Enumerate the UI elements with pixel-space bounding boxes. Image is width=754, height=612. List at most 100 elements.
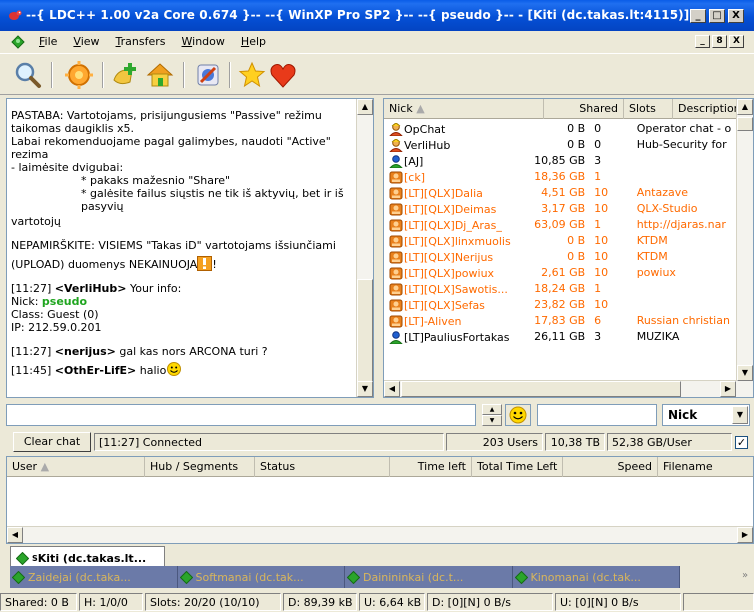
- home-icon[interactable]: [145, 60, 175, 90]
- table-row[interactable]: [ck] 18,36 GB 1: [384, 168, 736, 184]
- user-list-hscrollbar[interactable]: ◀ ▶: [384, 380, 737, 397]
- hub-tab[interactable]: Zaidejai (dc.taka...: [10, 566, 178, 588]
- table-row[interactable]: [LT][QLX]Dj_Aras_ 63,09 GB 1 http://djaras.…: [384, 216, 736, 232]
- scroll-up-button[interactable]: ▲: [357, 99, 373, 115]
- settings-icon[interactable]: [193, 60, 223, 90]
- scroll-left-button[interactable]: ◀: [384, 381, 400, 397]
- transfers-list[interactable]: User ▲ Hub / Segments Status Time left T…: [6, 456, 754, 544]
- chat-message: [11:27] <VerliHub> Your info:: [11, 282, 182, 295]
- chat-area[interactable]: PASTABA: Vartotojams, prisijungusiems "P…: [6, 98, 374, 398]
- message-input[interactable]: [6, 404, 476, 426]
- minimize-button[interactable]: _: [690, 9, 706, 23]
- user-nick: [LT][QLX]linxmuolis: [404, 234, 511, 248]
- chat-nick[interactable]: <OthEr-LifE>: [55, 364, 136, 377]
- user-list[interactable]: Nick ▲ Shared Slots Description OpChat 0 …: [383, 98, 754, 398]
- user-nick-cell: [LT][QLX]Dalia: [384, 184, 521, 200]
- table-row[interactable]: [LT][QLX]Dalia 4,51 GB 10 Antazave: [384, 184, 736, 200]
- user-shared: 18,36 GB: [534, 170, 586, 183]
- scroll-up-button[interactable]: ▲: [737, 99, 753, 115]
- user-list-scrollbar[interactable]: ▲ ▼: [736, 99, 753, 397]
- message-spinner[interactable]: ▲ ▼: [482, 404, 502, 426]
- table-row[interactable]: [LT][QLX]linxmuolis 0 B 10 KTDM: [384, 232, 736, 248]
- table-row[interactable]: [LT][QLX]Deimas 3,17 GB 10 QLX-Studio: [384, 200, 736, 216]
- column-total-time-left[interactable]: Total Time Left: [472, 457, 563, 477]
- chat-line: Class: Guest (0): [11, 308, 99, 321]
- close-button[interactable]: X: [728, 9, 744, 23]
- add-hub-icon[interactable]: [110, 60, 140, 90]
- scroll-thumb[interactable]: [737, 117, 753, 131]
- menu-transfers[interactable]: Transfers: [116, 35, 166, 48]
- menu-file[interactable]: File: [39, 35, 57, 48]
- table-row[interactable]: VerliHub 0 B 0 Hub-Security for: [384, 136, 736, 152]
- menu-view[interactable]: View: [73, 35, 99, 48]
- more-tabs-icon[interactable]: »: [742, 570, 748, 581]
- mdi-minimize-button[interactable]: _: [695, 35, 710, 48]
- chat-line: (UPLOAD) duomenys NEKAINUOJA!: [11, 256, 217, 271]
- table-row[interactable]: [LT]-Aliven 17,83 GB 6 Russian christian: [384, 312, 736, 328]
- scroll-down-button[interactable]: ▼: [357, 381, 373, 397]
- scroll-right-button[interactable]: ▶: [737, 527, 753, 543]
- user-description: MUZIKA: [636, 330, 680, 343]
- column-filename[interactable]: Filename: [658, 457, 753, 477]
- table-row[interactable]: [LT]PauliusFortakas 26,11 GB 3 MUZIKA: [384, 328, 736, 344]
- filter-column-select[interactable]: Nick ▼: [662, 404, 750, 426]
- hub-tab-strip: Zaidejai (dc.taka... Softmanai (dc.tak..…: [10, 566, 680, 588]
- column-hub-segments[interactable]: Hub / Segments: [145, 457, 255, 477]
- table-row[interactable]: [LT][QLX]Nerijus 0 B 10 KTDM: [384, 248, 736, 264]
- title-bar[interactable]: --{ LDC++ 1.00 v2a Core 0.674 }-- --{ Wi…: [0, 0, 754, 31]
- chat-nick[interactable]: <VerliHub>: [55, 282, 127, 295]
- column-speed[interactable]: Speed: [563, 457, 658, 477]
- column-status[interactable]: Status: [255, 457, 390, 477]
- chat-nick[interactable]: <nerijus>: [55, 345, 116, 358]
- scroll-left-button[interactable]: ◀: [7, 527, 23, 543]
- column-nick[interactable]: Nick ▲: [384, 99, 544, 119]
- user-slots: 0: [594, 138, 602, 151]
- chat-scrollbar[interactable]: ▲ ▼: [356, 99, 373, 397]
- table-row[interactable]: OpChat 0 B 0 Operator chat - o: [384, 120, 736, 136]
- favorites-star-icon[interactable]: [237, 60, 267, 90]
- status-downloaded: D: 89,39 kB: [283, 593, 357, 611]
- hub-icon: [16, 551, 29, 565]
- search-icon[interactable]: [13, 60, 43, 90]
- spin-down-button[interactable]: ▼: [482, 415, 502, 426]
- hub-tab[interactable]: Dainininkai (dc.t...: [345, 566, 513, 588]
- scroll-down-button[interactable]: ▼: [737, 365, 753, 381]
- column-user[interactable]: User ▲: [7, 457, 145, 477]
- user-filter-input[interactable]: [537, 404, 657, 426]
- clear-chat-button[interactable]: Clear chat: [13, 432, 91, 452]
- table-row[interactable]: [LT][QLX]Sawotis... 18,24 GB 1: [384, 280, 736, 296]
- scroll-thumb[interactable]: [357, 279, 373, 383]
- user-nick-cell: [AJ]: [384, 152, 521, 168]
- table-row[interactable]: [LT][QLX]powiux 2,61 GB 10 powiux: [384, 264, 736, 280]
- scroll-thumb[interactable]: [401, 381, 681, 397]
- column-time-left[interactable]: Time left: [390, 457, 472, 477]
- menu-window[interactable]: Window: [182, 35, 225, 48]
- emoticon-button[interactable]: [505, 404, 531, 426]
- scroll-right-button[interactable]: ▶: [720, 381, 736, 397]
- mdi-restore-button[interactable]: 8: [712, 35, 727, 48]
- menu-help[interactable]: Help: [241, 35, 266, 48]
- hub-tab[interactable]: Softmanai (dc.tak...: [177, 566, 345, 588]
- mdi-close-button[interactable]: X: [729, 35, 744, 48]
- user-description: [633, 168, 736, 184]
- maximize-button[interactable]: □: [709, 9, 725, 23]
- user-shared: 2,61 GB: [541, 266, 586, 279]
- hub-tab[interactable]: Kinomanai (dc.tak...: [512, 566, 680, 588]
- user-nick: [LT][QLX]Sefas: [404, 298, 485, 312]
- table-row[interactable]: [LT][QLX]Sefas 23,82 GB 10: [384, 296, 736, 312]
- chevron-down-icon[interactable]: ▼: [732, 406, 748, 424]
- table-row[interactable]: [AJ] 10,85 GB 3: [384, 152, 736, 168]
- transfers-hscrollbar[interactable]: ◀ ▶: [7, 526, 753, 543]
- hub-tab-active[interactable]: S Kiti (dc.takas.lt...: [10, 546, 165, 566]
- column-shared[interactable]: Shared: [544, 99, 624, 119]
- spy-icon[interactable]: [64, 60, 94, 90]
- user-slots: 1: [594, 282, 602, 295]
- favorites-heart-icon[interactable]: [268, 60, 298, 90]
- hub-window-icon[interactable]: [11, 35, 25, 49]
- app-icon[interactable]: [8, 9, 22, 21]
- user-shared: 0 B: [567, 234, 586, 247]
- user-description: [633, 296, 736, 312]
- spin-up-button[interactable]: ▲: [482, 404, 502, 415]
- column-slots[interactable]: Slots: [624, 99, 673, 119]
- show-users-checkbox[interactable]: ✓: [735, 436, 748, 449]
